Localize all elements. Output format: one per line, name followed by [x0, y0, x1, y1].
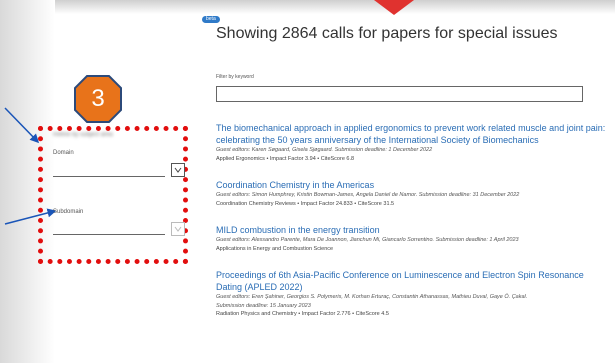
chevron-down-icon [174, 167, 182, 173]
list-item: The biomechanical approach in applied er… [216, 122, 608, 164]
call-editors: Guest editors: Simon Humphrey, Kristin B… [216, 192, 520, 198]
call-title-link[interactable]: Coordination Chemistry in the Americas [216, 179, 608, 191]
call-journal: Applications in Energy and Combustion Sc… [216, 246, 334, 252]
call-title-link[interactable]: The biomechanical approach in applied er… [216, 122, 608, 146]
arrow-to-domain [4, 107, 40, 144]
facet-heading: Refine by subject area [53, 132, 113, 138]
call-editors: Guest editors: Karen Søgaard, Gisela Sjø… [216, 147, 433, 153]
call-journal: Coordination Chemistry Reviews • Impact … [216, 201, 395, 207]
calls-list: The biomechanical approach in applied er… [216, 122, 608, 334]
call-title-link[interactable]: Proceedings of 6th Asia-Pacific Conferen… [216, 269, 608, 293]
list-item: Proceedings of 6th Asia-Pacific Conferen… [216, 269, 608, 319]
list-item: Coordination Chemistry in the Americas G… [216, 179, 608, 209]
call-deadline: Submission deadline: 15 January 2023 [216, 303, 311, 309]
subdomain-label: Subdomain [53, 209, 84, 215]
call-journal: Radiation Physics and Chemistry • Impact… [216, 311, 389, 317]
facet-highlight-box [38, 126, 188, 264]
domain-label: Domain [53, 150, 74, 156]
list-item: MILD combustion in the energy transition… [216, 224, 608, 254]
subdomain-dropdown[interactable] [171, 222, 185, 236]
call-editors: Guest editors: Eren Şahiner, Georgios S.… [216, 294, 528, 300]
domain-underline [53, 176, 165, 177]
chevron-down-icon [174, 226, 182, 232]
call-editors: Guest editors: Alessandro Parente, Mara … [216, 237, 519, 243]
call-title-link[interactable]: MILD combustion in the energy transition [216, 224, 608, 236]
call-journal: Applied Ergonomics • Impact Factor 3.94 … [216, 156, 355, 162]
subdomain-underline [53, 234, 165, 235]
domain-dropdown[interactable] [171, 163, 185, 177]
